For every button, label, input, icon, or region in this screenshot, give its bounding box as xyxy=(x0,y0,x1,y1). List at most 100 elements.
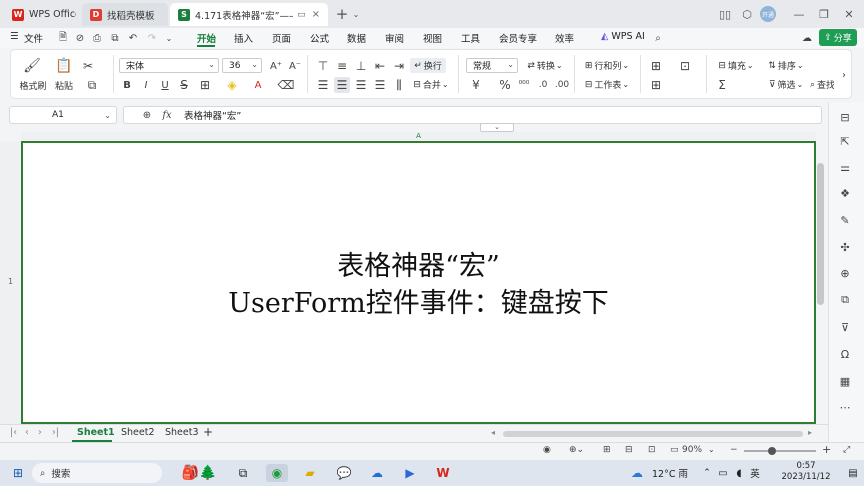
sheet-tab-2[interactable]: Sheet2 xyxy=(121,427,155,438)
name-box[interactable]: A1 ⌄ xyxy=(9,106,117,124)
column-header-a[interactable]: A xyxy=(21,132,816,141)
scroll-right-icon[interactable]: ▸ xyxy=(808,428,812,437)
sheet-tab-1[interactable]: Sheet1 xyxy=(77,427,115,438)
clear-format-icon[interactable]: ⌫ xyxy=(278,77,295,93)
tools-icon[interactable]: ✣ xyxy=(838,240,852,254)
wrap-text-button[interactable]: ↵ 换行 xyxy=(410,58,446,73)
undo-icon[interactable]: ↶ xyxy=(126,31,140,45)
copy-icon[interactable]: ⧉ xyxy=(84,77,100,93)
menu-view[interactable]: 视图 xyxy=(423,31,442,45)
freeze-icon[interactable]: ⊡ xyxy=(677,58,693,74)
indent-increase-icon[interactable]: ⇥ xyxy=(391,58,407,74)
worksheet-button[interactable]: ⊟ 工作表 ⌄ xyxy=(581,77,633,92)
notification-icon[interactable]: ▤ xyxy=(846,464,860,482)
menu-member[interactable]: 会员专享 xyxy=(499,31,537,45)
vertical-scroll-thumb[interactable] xyxy=(817,163,824,305)
scroll-left-icon[interactable]: ◂ xyxy=(491,428,495,437)
cloud-sync-icon[interactable]: ☁ xyxy=(800,31,814,45)
justify-icon[interactable]: ☰ xyxy=(372,77,388,93)
strikethrough-icon[interactable]: S̶ xyxy=(176,77,192,93)
windows-start-icon[interactable]: ⊞ xyxy=(10,464,26,482)
backup-icon[interactable]: ⊕ xyxy=(838,266,852,280)
cloud-icon[interactable]: ⊘ xyxy=(73,31,87,45)
wps-taskbar-icon[interactable]: W xyxy=(432,464,454,482)
align-left-icon[interactable]: ☰ xyxy=(315,77,331,93)
layout-icon[interactable]: ▯▯ xyxy=(717,6,733,22)
pen-icon[interactable]: ✎ xyxy=(838,213,852,227)
table-style-icon[interactable]: ⊞ xyxy=(648,58,664,74)
tray-chevron-icon[interactable]: ⌃ xyxy=(700,464,714,482)
align-bottom-icon[interactable]: ⊥ xyxy=(353,58,369,74)
italic-button[interactable]: I xyxy=(138,77,154,93)
menu-data[interactable]: 数据 xyxy=(347,31,366,45)
decrease-font-icon[interactable]: A⁻ xyxy=(287,58,303,74)
align-top-icon[interactable]: ⊤ xyxy=(315,58,331,74)
select-cursor-icon[interactable]: ⇱ xyxy=(838,134,852,148)
print-icon[interactable]: ⎙ xyxy=(90,31,104,45)
taskbar-app-green-icon[interactable]: ◉ xyxy=(266,464,288,482)
filter-panel-icon[interactable]: ⊽ xyxy=(838,320,852,334)
fullscreen-icon[interactable]: ⤢ xyxy=(843,445,850,455)
copy-format-icon[interactable]: ⧉ xyxy=(838,293,852,307)
next-sheet-icon[interactable]: › xyxy=(38,427,42,438)
taskbar-search[interactable]: ⌕ 搜索 xyxy=(32,463,162,483)
format-painter-icon[interactable]: 🖌 xyxy=(23,58,41,74)
fill-color-icon[interactable]: ◈ xyxy=(224,77,240,93)
last-sheet-icon[interactable]: ›| xyxy=(52,427,59,438)
zoom-formula-icon[interactable]: ⊕ xyxy=(139,107,155,123)
indent-decrease-icon[interactable]: ⇤ xyxy=(372,58,388,74)
menu-file[interactable]: 文件 xyxy=(24,31,43,45)
page-layout-icon[interactable]: ⊟ xyxy=(625,445,633,455)
search-icon[interactable]: ⌕ xyxy=(651,31,665,45)
tab-current-workbook[interactable]: S 4.171表格神器“宏”——Us ▭ × xyxy=(170,3,328,26)
wechat-icon[interactable]: 💬 xyxy=(333,464,355,482)
font-color-icon[interactable]: A xyxy=(250,77,266,93)
ribbon-scroll-right-icon[interactable]: › xyxy=(836,67,852,83)
settings-sliders-icon[interactable]: ⚌ xyxy=(838,160,852,174)
quick-access-chevron-icon[interactable]: ⌄ xyxy=(162,31,176,45)
network-icon[interactable]: ▭ xyxy=(716,464,730,482)
menu-tools[interactable]: 工具 xyxy=(461,31,480,45)
increase-decimal-icon[interactable]: .0 xyxy=(535,77,551,93)
sheet-tab-3[interactable]: Sheet3 xyxy=(165,427,199,438)
volume-icon[interactable]: ◖ xyxy=(732,464,746,482)
file-explorer-icon[interactable]: ▰ xyxy=(300,464,320,482)
hamburger-icon[interactable]: ☰ xyxy=(10,31,19,42)
sort-button[interactable]: ⇅ 排序 ⌄ xyxy=(764,58,808,73)
task-view-icon[interactable]: ⧉ xyxy=(234,464,252,482)
cloud-app-icon[interactable]: ☁ xyxy=(366,464,388,482)
format-painter-label[interactable]: 格式刷 xyxy=(19,79,47,92)
thousands-icon[interactable]: ⁰⁰⁰ xyxy=(516,77,532,93)
merge-button[interactable]: ⊟ 合并 ⌄ xyxy=(412,77,450,92)
align-center-icon[interactable]: ☰ xyxy=(334,77,350,93)
filter-button[interactable]: ⊽ 筛选 ⌄ xyxy=(764,77,808,92)
zoom-chevron-icon[interactable]: ⌄ xyxy=(708,445,715,454)
tab-docer-templates[interactable]: D 找稻壳模板 xyxy=(82,3,168,26)
align-middle-icon[interactable]: ≡ xyxy=(334,58,350,74)
normal-view-icon[interactable]: ⊞ xyxy=(603,445,611,455)
border-icon[interactable]: ⊞ xyxy=(197,77,213,93)
print-preview-icon[interactable]: ⧉ xyxy=(108,31,122,45)
search-highlight-icon[interactable]: 🎒🌲 xyxy=(176,464,222,482)
page-break-icon[interactable]: ⊡ xyxy=(648,445,656,455)
reading-view-icon[interactable]: ▭ xyxy=(670,445,679,455)
locate-icon[interactable]: ⊕⌄ xyxy=(569,445,584,455)
share-button[interactable]: ⇪ 分享 xyxy=(819,29,857,46)
panel-icon[interactable]: ⊟ xyxy=(838,110,852,124)
font-name-select[interactable]: 宋体 ⌄ xyxy=(119,58,219,73)
eye-protection-icon[interactable]: ◉ xyxy=(543,445,551,455)
cut-icon[interactable]: ✂ xyxy=(80,58,96,74)
convert-button[interactable]: ⇄ 转换 ⌄ xyxy=(524,58,566,73)
zoom-slider-handle[interactable] xyxy=(768,447,776,455)
prev-sheet-icon[interactable]: ‹ xyxy=(25,427,29,438)
screen-icon[interactable]: ▭ xyxy=(297,10,306,20)
percent-button[interactable]: % xyxy=(497,77,513,93)
skin-icon[interactable]: ⬡ xyxy=(739,6,755,22)
currency-button[interactable]: ¥ xyxy=(468,77,484,93)
style-icon[interactable]: ❖ xyxy=(838,186,852,200)
restore-button[interactable]: ❐ xyxy=(816,6,832,22)
find-button[interactable]: ⌕ 查找 xyxy=(810,77,834,92)
close-window-button[interactable]: ✕ xyxy=(841,6,857,22)
fill-button[interactable]: ⊟ 填充 ⌄ xyxy=(714,58,758,73)
distributed-icon[interactable]: ⫼ xyxy=(391,77,407,93)
